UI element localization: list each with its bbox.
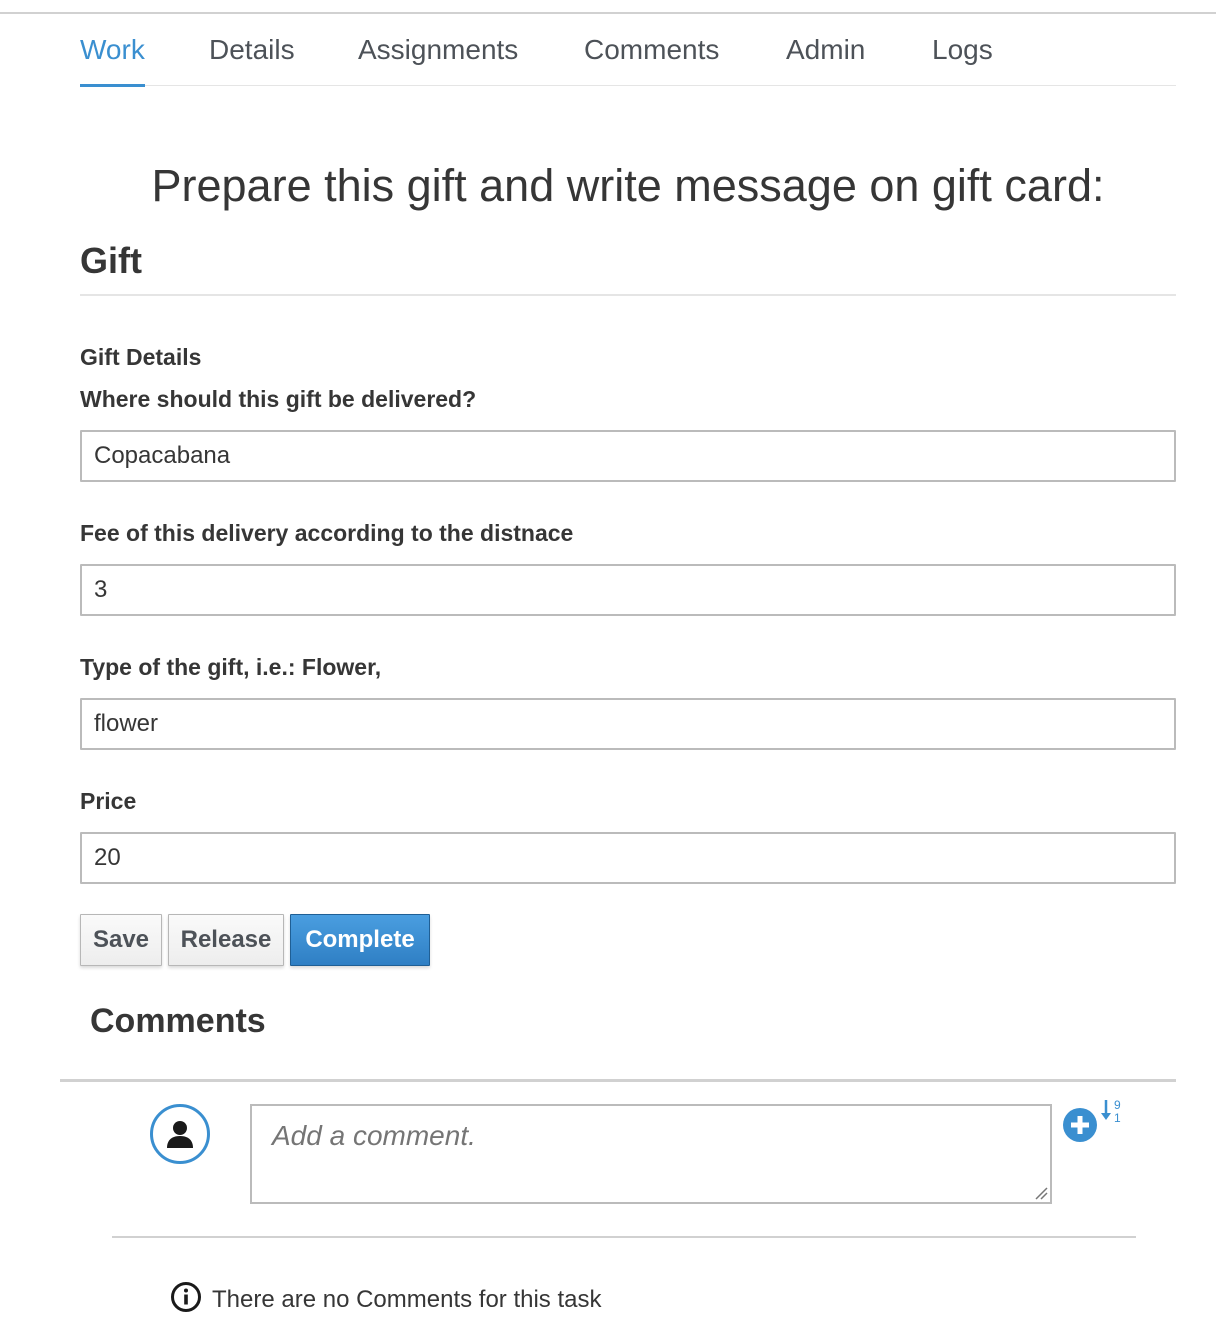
add-comment-icon[interactable] [1062,1107,1098,1143]
delivery-location-input[interactable] [80,430,1176,482]
resize-grip-icon[interactable] [1034,1186,1048,1200]
sort-digit-bottom: 1 [1114,1111,1121,1125]
info-icon [171,1282,201,1312]
gift-type-label: Type of the gift, i.e.: Flower, [80,654,382,680]
delivery-location-label: Where should this gift be delivered? [80,386,477,412]
group-label: Gift Details [80,344,202,370]
complete-button[interactable]: Complete [290,914,430,966]
no-comments-message: There are no Comments for this task [212,1286,602,1313]
tab-details[interactable]: Details [209,14,295,86]
comments-divider [60,1079,1176,1082]
task-form-title: Prepare this gift and write message on g… [151,160,1105,211]
price-label: Price [80,788,137,814]
save-button[interactable]: Save [80,914,162,966]
section-title: Gift [80,240,142,281]
task-tabs: Work Details Assignments Comments Admin … [80,14,1176,87]
sort-digit-top: 9 [1114,1098,1121,1112]
comments-list-divider [112,1236,1136,1238]
tab-work[interactable]: Work [80,14,145,87]
delivery-fee-input[interactable] [80,564,1176,616]
gift-type-input[interactable] [80,698,1176,750]
comment-textarea[interactable] [250,1104,1052,1204]
comments-heading: Comments [90,1002,266,1040]
tab-comments[interactable]: Comments [584,14,719,86]
user-avatar-icon [150,1104,210,1164]
section-divider [80,294,1176,296]
tab-admin[interactable]: Admin [786,14,865,86]
sort-numeric-icon[interactable]: 9 1 [1100,1096,1126,1128]
delivery-fee-label: Fee of this delivery according to the di… [80,520,574,546]
price-input[interactable] [80,832,1176,884]
tab-logs[interactable]: Logs [932,14,993,86]
tab-assignments[interactable]: Assignments [358,14,518,86]
release-button[interactable]: Release [168,914,284,966]
